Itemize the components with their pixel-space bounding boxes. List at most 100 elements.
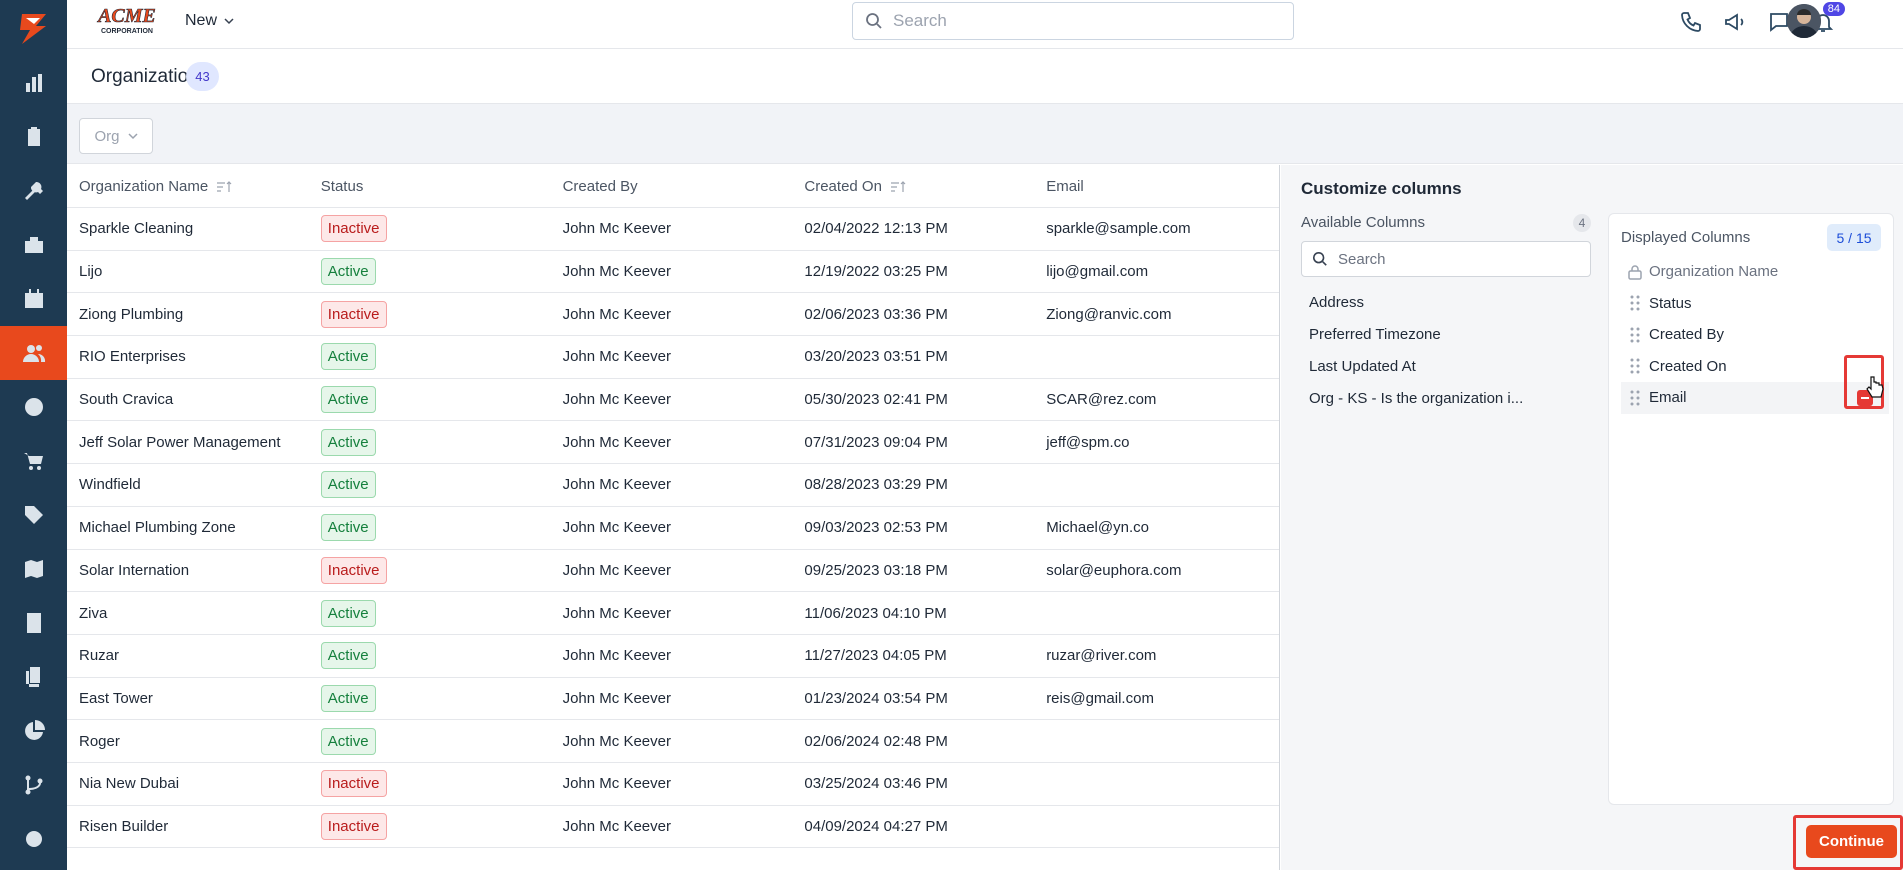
new-menu-button[interactable]: New — [185, 12, 235, 30]
drag-handle-icon[interactable] — [1630, 295, 1640, 311]
status-badge: Active — [320, 599, 376, 627]
sidebar-item-jobs[interactable] — [0, 218, 67, 272]
calendar-icon — [24, 289, 43, 308]
status-badge: Active — [320, 642, 376, 670]
sidebar-item-analytics[interactable] — [0, 704, 67, 758]
column-header-created-by[interactable]: Created By — [551, 178, 793, 195]
sort-icon[interactable] — [216, 180, 232, 193]
org-filter-dropdown[interactable]: Org — [79, 118, 153, 154]
megaphone-icon[interactable] — [1721, 8, 1749, 36]
displayed-column-item[interactable]: Status — [1621, 288, 1889, 320]
available-columns-search-input[interactable] — [1338, 250, 1578, 268]
org-name-cell: Risen Builder — [79, 817, 169, 835]
global-search-input[interactable] — [893, 11, 1273, 31]
created-on-cell: 11/06/2023 04:10 PM — [804, 604, 947, 622]
displayed-column-item[interactable]: Created By — [1621, 319, 1889, 351]
drag-handle-icon[interactable] — [1630, 327, 1640, 343]
sidebar-item-tasks[interactable] — [0, 110, 67, 164]
status-badge: Active — [320, 471, 376, 499]
status-badge: Inactive — [320, 556, 387, 584]
org-name-cell: Ruzar — [79, 647, 120, 665]
table-row[interactable]: Nia New Dubai Inactive John Mc Keever 03/25… — [67, 763, 1279, 806]
table-row[interactable]: Michael Plumbing Zone Active John Mc Keeve… — [67, 507, 1279, 550]
status-cell: Active — [309, 258, 551, 286]
briefcase-icon — [24, 237, 43, 253]
sidebar-item-workflows[interactable] — [0, 758, 67, 812]
email-cell: solar@euphora.com — [1046, 561, 1182, 579]
pointer-cursor-icon — [1866, 376, 1884, 398]
table-row[interactable]: Ziong Plumbing Inactive John Mc Keever 02/0… — [67, 293, 1279, 337]
continue-button[interactable]: Continue — [1806, 825, 1897, 858]
table-row[interactable]: Ruzar Active John Mc Keever 11/27/2023 04:0… — [67, 635, 1279, 678]
available-column-item[interactable]: Org - KS - Is the organization i... — [1301, 382, 1591, 414]
sidebar-item-timesheets[interactable] — [0, 380, 67, 434]
status-badge: Inactive — [320, 215, 387, 243]
sidebar-item-orders[interactable] — [0, 434, 67, 488]
column-header-created-on[interactable]: Created On — [792, 178, 1034, 195]
table-row[interactable]: Lijo Active John Mc Keever 12/19/2022 03:25… — [67, 251, 1279, 294]
table-row[interactable]: Solar Internation Inactive John Mc Keever 0… — [67, 550, 1279, 593]
table-row[interactable]: Sparkle Cleaning Inactive John Mc Keever 02… — [67, 208, 1279, 251]
table-row[interactable]: Ziva Active John Mc Keever 11/06/2023 04:10… — [67, 592, 1279, 635]
created-on-cell: 03/20/2023 03:51 PM — [804, 348, 948, 366]
sort-icon[interactable] — [890, 180, 906, 193]
org-name-cell: Nia New Dubai — [79, 775, 180, 793]
org-name-cell: Windfield — [79, 476, 141, 494]
created-on-cell: 12/19/2022 03:25 PM — [804, 263, 948, 281]
table-row[interactable]: Roger Active John Mc Keever 02/06/2024 02:4… — [67, 720, 1279, 763]
sidebar-item-settings[interactable] — [0, 812, 67, 866]
count-badge: 43 — [186, 62, 219, 91]
drag-handle-icon[interactable] — [1630, 358, 1640, 374]
avatar[interactable] — [1787, 4, 1821, 38]
column-header-status[interactable]: Status — [309, 178, 551, 195]
table-row[interactable]: Windfield Active John Mc Keever 08/28/2023 … — [67, 464, 1279, 507]
table-body: Sparkle Cleaning Inactive John Mc Keever 02… — [67, 208, 1279, 849]
table-row[interactable]: Jeff Solar Power Management Active John Mc… — [67, 421, 1279, 465]
created-on-cell: 05/30/2023 02:41 PM — [804, 391, 948, 409]
table-row[interactable]: Risen Builder Inactive John Mc Keever 04/09… — [67, 806, 1279, 849]
column-header-organization-name[interactable]: Organization Name — [67, 178, 309, 195]
created-by-cell: John Mc Keever — [562, 732, 671, 750]
sidebar-item-map[interactable] — [0, 542, 67, 596]
page-header: Organizations 43 — [67, 49, 1903, 104]
status-cell: Active — [309, 727, 551, 755]
displayed-column-item: Organization Name — [1621, 256, 1889, 288]
available-columns-search — [1301, 241, 1591, 277]
available-columns-count: 4 — [1573, 214, 1591, 232]
sidebar-item-organizations[interactable] — [0, 326, 67, 380]
status-badge: Inactive — [320, 300, 387, 328]
documents-icon — [25, 667, 40, 687]
available-column-item[interactable]: Address — [1301, 286, 1591, 318]
status-cell: Active — [309, 343, 551, 371]
sidebar-item-reports[interactable] — [0, 56, 67, 110]
created-by-cell: John Mc Keever — [562, 604, 671, 622]
sidebar-item-calendar[interactable] — [0, 272, 67, 326]
sidebar-item-pricing[interactable] — [0, 488, 67, 542]
table-row[interactable]: South Cravica Active John Mc Keever 05/30/2… — [67, 379, 1279, 422]
app-logo-icon[interactable] — [0, 0, 67, 56]
org-name-cell: South Cravica — [79, 391, 174, 409]
status-cell: Active — [309, 514, 551, 542]
chevron-down-icon — [127, 133, 138, 140]
phone-icon[interactable] — [1677, 8, 1705, 36]
sidebar-item-invoices[interactable] — [0, 596, 67, 650]
available-column-item[interactable]: Last Updated At — [1301, 350, 1591, 382]
status-cell: Active — [309, 386, 551, 414]
brand-logo[interactable]: ACME CORPORATION — [91, 4, 163, 41]
drag-handle-icon[interactable] — [1630, 390, 1640, 406]
column-header-email[interactable]: Email — [1034, 178, 1279, 195]
table-row[interactable]: RIO Enterprises Active John Mc Keever 03/20… — [67, 336, 1279, 379]
table-row[interactable]: East Tower Active John Mc Keever 01/23/2024… — [67, 678, 1279, 721]
available-column-item[interactable]: Preferred Timezone — [1301, 318, 1591, 350]
created-by-cell: John Mc Keever — [562, 519, 671, 537]
email-cell: SCAR@rez.com — [1046, 391, 1157, 409]
status-badge: Active — [320, 684, 376, 712]
search-icon — [1312, 251, 1327, 266]
new-menu-label: New — [185, 12, 218, 29]
available-columns-label: Available Columns — [1301, 214, 1425, 231]
sidebar-item-tools[interactable] — [0, 164, 67, 218]
org-name-cell: RIO Enterprises — [79, 348, 186, 366]
panel-title: Customize columns — [1301, 179, 1462, 198]
sidebar-item-documents[interactable] — [0, 650, 67, 704]
status-cell: Active — [309, 428, 551, 456]
